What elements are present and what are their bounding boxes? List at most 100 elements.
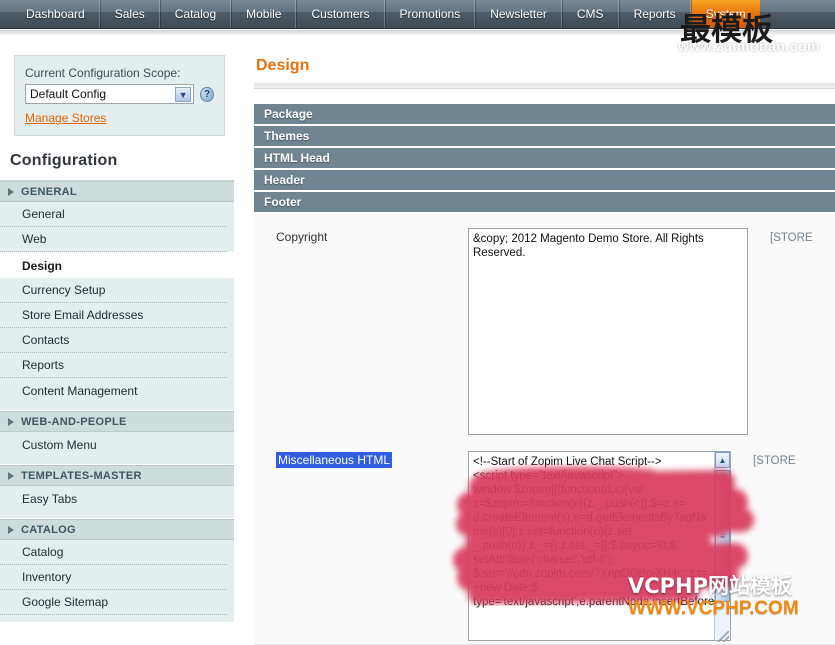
sidebar-item-store-email-addresses[interactable]: Store Email Addresses [0, 303, 227, 328]
chevron-down-icon[interactable]: ▼ [175, 87, 191, 102]
sidebar-item-label: Easy Tabs [22, 492, 77, 506]
triangle-right-icon [8, 418, 14, 426]
page-title-divider [254, 83, 835, 89]
sidebar-item-reports[interactable]: Reports [0, 353, 227, 378]
accordion-header-package[interactable]: Package [254, 104, 835, 126]
nav-item-newsletter[interactable]: Newsletter [475, 0, 562, 28]
accordion-header-themes[interactable]: Themes [254, 126, 835, 148]
nav-item-dashboard[interactable]: Dashboard [12, 0, 100, 28]
sidebar-item-easy-tabs[interactable]: Easy Tabs [0, 486, 227, 511]
nav-label: Promotions [400, 7, 461, 21]
main-navigation-bar: Dashboard Sales Catalog Mobile Customers… [0, 0, 835, 29]
sidebar-item-web[interactable]: Web [0, 227, 227, 252]
nav-item-system[interactable]: System [691, 0, 760, 28]
sidebar-section-general[interactable]: GENERAL [0, 181, 234, 202]
field-label-text: Copyright [276, 230, 327, 244]
sidebar-section-label: CATALOG [21, 524, 76, 536]
sidebar-item-label: Web [22, 232, 46, 246]
nav-label: Sales [115, 7, 145, 21]
scrollbar-thumb[interactable]: ≡ [715, 470, 730, 602]
sidebar-group-templates-master: Easy Tabs [0, 486, 234, 519]
scroll-up-icon[interactable]: ▲ [715, 452, 730, 468]
accordion-label: Header [264, 173, 305, 187]
miscellaneous-html-textarea-wrap: ▲ ≡ [468, 451, 731, 644]
sidebar-item-label: Content Management [22, 384, 137, 398]
help-icon[interactable]: ? [200, 87, 214, 102]
accordion-label: HTML Head [264, 151, 330, 165]
accordion-header-header[interactable]: Header [254, 170, 835, 192]
nav-label: Mobile [246, 7, 281, 21]
accordion-header-html-head[interactable]: HTML Head [254, 148, 835, 170]
accordion-label: Footer [264, 195, 301, 209]
sidebar-title: Configuration [10, 152, 234, 170]
nav-label: CMS [577, 7, 604, 21]
sidebar-item-general[interactable]: General [0, 202, 227, 227]
scope-label: Current Configuration Scope: [25, 66, 214, 80]
sidebar-item-label: Currency Setup [22, 283, 105, 297]
sidebar-section-label: GENERAL [21, 186, 77, 198]
triangle-right-icon [8, 526, 14, 534]
sidebar-item-currency-setup[interactable]: Currency Setup [0, 278, 227, 303]
triangle-right-icon [8, 188, 14, 196]
sidebar-item-google-sitemap[interactable]: Google Sitemap [0, 590, 227, 615]
textarea-scrollbar[interactable]: ▲ ≡ [714, 452, 730, 640]
sidebar-section-label: WEB-AND-PEOPLE [21, 416, 127, 428]
nav-item-customers[interactable]: Customers [296, 0, 384, 28]
miscellaneous-html-textarea[interactable] [468, 451, 731, 641]
field-label-copyright: Copyright [254, 228, 468, 244]
left-sidebar: Current Configuration Scope: Default Con… [0, 41, 234, 620]
sidebar-section-templates-master[interactable]: TEMPLATES-MASTER [0, 465, 234, 486]
nav-label: Newsletter [490, 7, 547, 21]
nav-label: Reports [634, 7, 676, 21]
nav-item-catalog[interactable]: Catalog [160, 0, 231, 28]
copyright-textarea-wrap [468, 228, 748, 438]
sidebar-section-label: TEMPLATES-MASTER [21, 470, 142, 482]
nav-item-mobile[interactable]: Mobile [231, 0, 296, 28]
configuration-scope-panel: Current Configuration Scope: Default Con… [14, 55, 225, 136]
page-title: Design [256, 57, 835, 75]
accordion-label: Themes [264, 129, 309, 143]
resize-handle-icon[interactable] [718, 631, 729, 642]
manage-stores-link[interactable]: Manage Stores [25, 111, 106, 125]
nav-item-reports[interactable]: Reports [619, 0, 691, 28]
sidebar-item-label: Contacts [22, 333, 69, 347]
nav-label: Catalog [175, 7, 216, 21]
sidebar-section-web-and-people[interactable]: WEB-AND-PEOPLE [0, 411, 234, 432]
design-accordion: Package Themes HTML Head Header Footer C… [250, 104, 835, 645]
sidebar-item-custom-menu[interactable]: Custom Menu [0, 432, 227, 457]
accordion-header-footer[interactable]: Footer [254, 192, 835, 214]
sidebar-item-label: Reports [22, 358, 64, 372]
sidebar-item-label: Store Email Addresses [22, 308, 143, 322]
sidebar-item-label: Catalog [22, 545, 63, 559]
sidebar-item-contacts[interactable]: Contacts [0, 328, 227, 353]
scope-selected-value: Default Config [30, 87, 106, 101]
field-row-copyright: Copyright [STORE [254, 214, 835, 438]
nav-item-cms[interactable]: CMS [562, 0, 619, 28]
sidebar-item-label: Inventory [22, 570, 71, 584]
scope-select[interactable]: Default Config ▼ [25, 84, 194, 104]
accordion-label: Package [264, 107, 313, 121]
nav-label: System [706, 7, 746, 21]
sidebar-item-content-management[interactable]: Content Management [0, 378, 227, 403]
sidebar-item-catalog[interactable]: Catalog [0, 540, 227, 565]
sidebar-item-label: Custom Menu [22, 438, 97, 452]
main-content: Design Package Themes HTML Head Header F… [250, 41, 835, 620]
scope-row: Default Config ▼ ? [25, 84, 214, 104]
copyright-textarea[interactable] [468, 228, 748, 435]
sidebar-item-design[interactable]: Design [0, 252, 234, 278]
field-row-miscellaneous-html: Miscellaneous HTML ▲ ≡ [STORE [254, 438, 835, 644]
scope-label-copyright: [STORE [770, 228, 813, 244]
nav-label: Customers [311, 7, 369, 21]
nav-item-sales[interactable]: Sales [100, 0, 160, 28]
sidebar-item-label: Google Sitemap [22, 595, 108, 609]
sidebar-item-label: General [22, 207, 65, 221]
sidebar-group-catalog: Catalog Inventory Google Sitemap [0, 540, 234, 623]
field-label-miscellaneous-html: Miscellaneous HTML [254, 451, 468, 467]
sidebar-item-inventory[interactable]: Inventory [0, 565, 227, 590]
scope-label-miscellaneous-html: [STORE [753, 451, 796, 467]
sidebar-section-catalog[interactable]: CATALOG [0, 519, 234, 540]
sidebar-group-web-and-people: Custom Menu [0, 432, 234, 465]
field-label-text: Miscellaneous HTML [276, 452, 392, 468]
nav-item-promotions[interactable]: Promotions [385, 0, 476, 28]
nav-shadow [0, 30, 835, 36]
